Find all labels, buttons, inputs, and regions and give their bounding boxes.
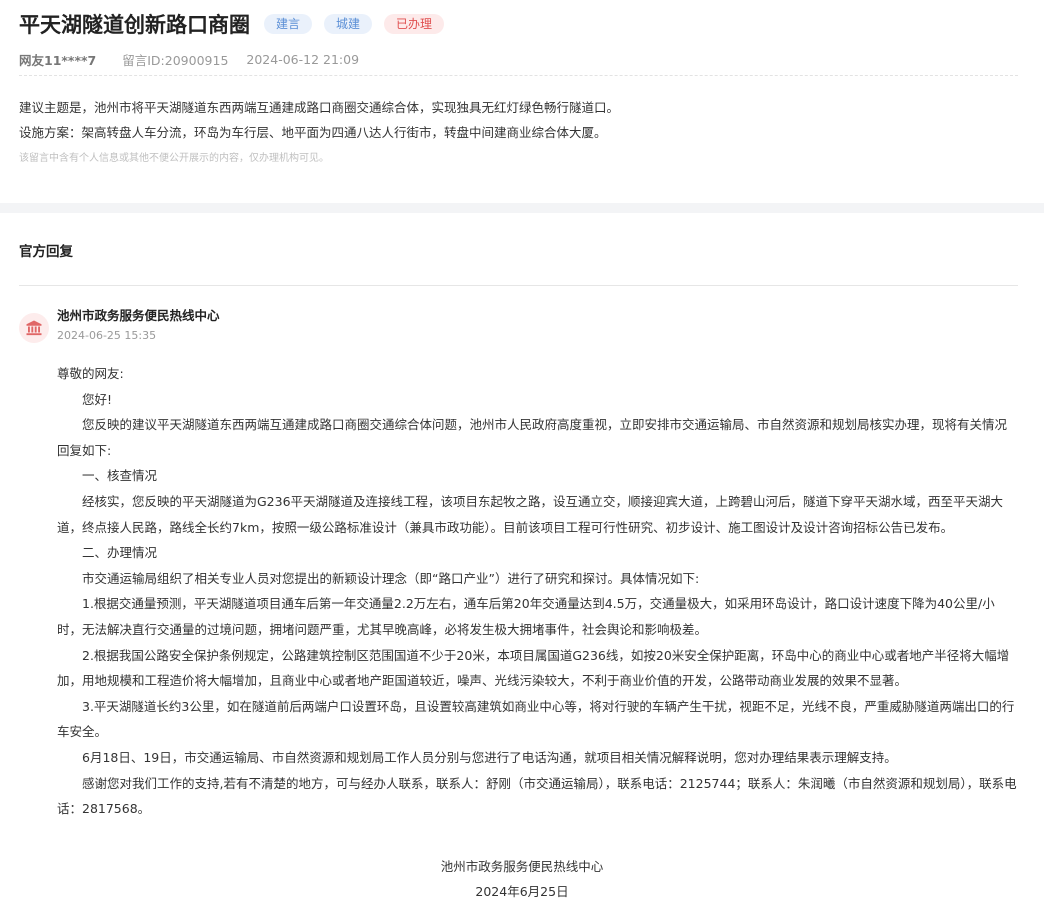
signature-date: 2024年6月25日 [475, 884, 569, 899]
divider [19, 285, 1018, 286]
reply-paragraph: 经核实，您反映的平天湖隧道为G236平天湖隧道及连接线工程，该项目东起牧之路，设… [57, 493, 1004, 535]
reply-paragraph: 市交通运输局组织了相关专业人员对您提出的新颖设计理念（即“路口产业”）进行了研究… [82, 570, 700, 586]
reply-greeting: 尊敬的网友: [57, 366, 124, 381]
reply-heading: 二、办理情况 [82, 545, 158, 561]
reply-signature: 池州市政务服务便民热线中心 2024年6月25日 [0, 854, 1044, 904]
reply-heading: 一、核查情况 [82, 468, 158, 484]
message-content: 建议主题是，池州市将平天湖隧道东西两端互通建成路口商圈交通综合体，实现独具无红灯… [19, 95, 1018, 145]
message-meta: 网友11****7 留言ID:20900915 2024-06-12 21:09 [19, 46, 1018, 72]
reply-section-title: 官方回复 [19, 244, 73, 260]
tag-jianyan: 建言 [264, 14, 313, 34]
reply-date: 2024-06-25 15:35 [57, 329, 157, 342]
message-datetime: 2024-06-12 21:09 [246, 51, 360, 67]
divider [19, 75, 1018, 76]
reply-paragraph: 3.平天湖隧道长约3公里，如在隧道前后两端户口设置环岛，且设置较高建筑如商业中心… [57, 698, 1015, 740]
reply-paragraph: 6月18日、19日，市交通运输局、市自然资源和规划局工作人员分别与您进行了电话沟… [82, 749, 897, 765]
reply-section: 官方回复 池州市政务服务便民热线中心 2024-06-25 15:35 尊敬的网… [0, 213, 1044, 905]
status-badge: 已办理 [384, 14, 445, 34]
reply-paragraph: 1.根据交通量预测，平天湖隧道项目通车后第一年交通量2.2万左右，通车后第20年… [57, 596, 995, 637]
title-row: 平天湖隧道创新路口商圈 建言 城建 已办理 [19, 0, 1018, 46]
message-id: 留言ID:20900915 [122, 52, 229, 68]
section-separator [0, 203, 1044, 213]
reply-body: 尊敬的网友: 您好! 您反映的建议平天湖隧道东西两端互通建成路口商圈交通综合体问… [57, 361, 1018, 822]
signature-org: 池州市政务服务便民热线中心 [440, 859, 604, 874]
reply-org: 池州市政务服务便民热线中心 2024-06-25 15:35 [19, 307, 1018, 345]
reply-paragraph: 您好! [82, 391, 113, 407]
page-title: 平天湖隧道创新路口商圈 [19, 13, 250, 37]
privacy-note: 该留言中含有个人信息或其他不便公开展示的内容，仅办理机构可见。 [19, 153, 329, 164]
author-name: 网友11****7 [19, 52, 97, 68]
org-name: 池州市政务服务便民热线中心 [57, 308, 220, 323]
reply-paragraph: 2.根据我国公路安全保护条例规定，公路建筑控制区范围国道不少于20米，本项目属国… [57, 647, 1010, 689]
reply-paragraph: 感谢您对我们工作的支持,若有不清楚的地方，可与经办人联系，联系人：舒刚（市交通运… [57, 775, 1017, 817]
message-section: 平天湖隧道创新路口商圈 建言 城建 已办理 网友11****7 留言ID:209… [0, 0, 1044, 203]
content-line: 设施方案：架高转盘人车分流，环岛为车行层、地平面为四通八达人行街市，转盘中间建商… [19, 125, 607, 140]
reply-paragraph: 您反映的建议平天湖隧道东西两端互通建成路口商圈交通综合体问题，池州市人民政府高度… [57, 417, 1008, 458]
government-building-icon [19, 313, 49, 343]
content-line: 建议主题是，池州市将平天湖隧道东西两端互通建成路口商圈交通综合体，实现独具无红灯… [19, 100, 620, 115]
tag-chengjian: 城建 [324, 14, 373, 34]
